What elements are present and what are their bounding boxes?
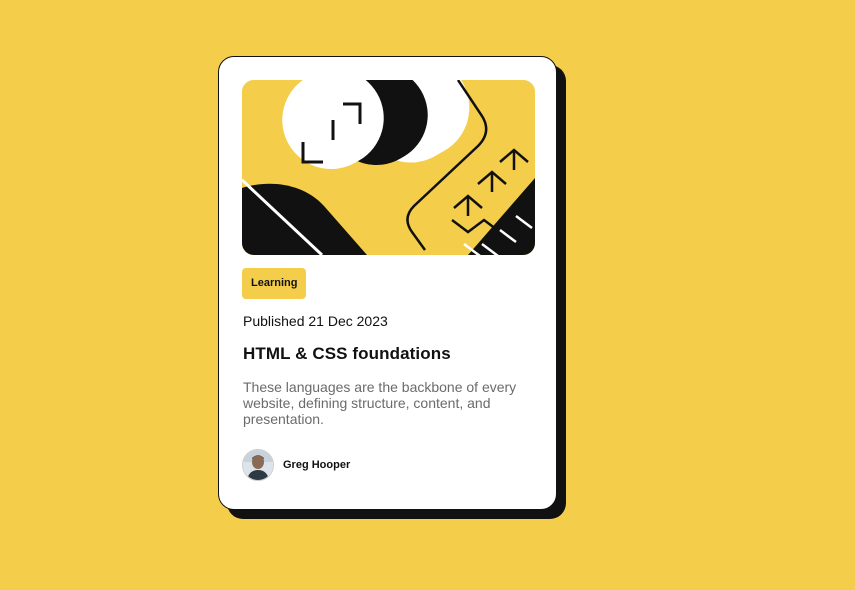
author-info: Greg Hooper <box>242 449 350 481</box>
blog-preview-card: Learning Published 21 Dec 2023 HTML & CS… <box>218 56 557 510</box>
publish-date: Published 21 Dec 2023 <box>243 313 388 329</box>
avatar <box>242 449 274 481</box>
hero-illustration <box>242 80 535 255</box>
card-title[interactable]: HTML & CSS foundations <box>243 344 451 364</box>
author-name: Greg Hooper <box>283 459 351 471</box>
category-tag: Learning <box>242 268 307 299</box>
card-excerpt: These languages are the backbone of ever… <box>243 379 517 427</box>
